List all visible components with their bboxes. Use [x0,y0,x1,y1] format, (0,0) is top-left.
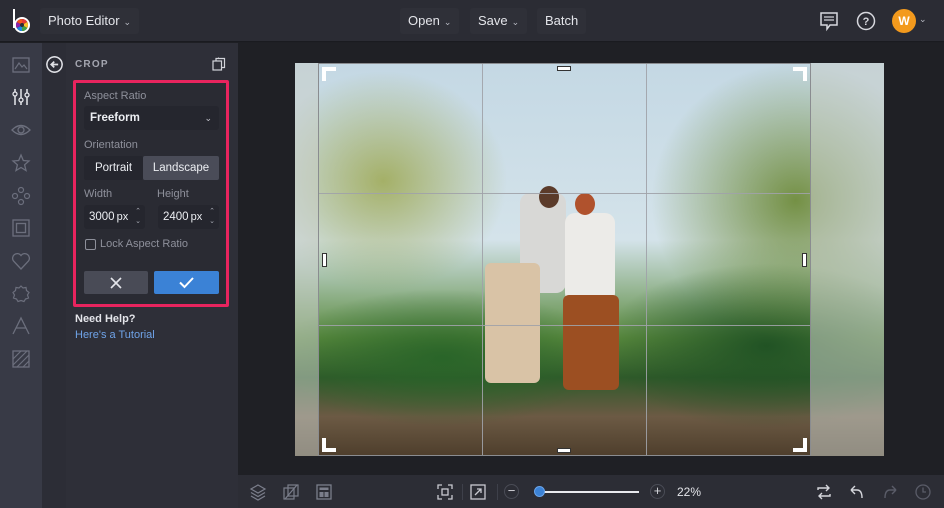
chevron-down-icon[interactable]: ⌄ [134,217,142,227]
zoom-percentage: 22% [677,485,702,499]
adjustments-icon[interactable] [10,86,32,108]
orientation-label: Orientation [84,139,138,151]
compare-icon[interactable] [282,483,300,501]
grid-line [646,64,647,455]
layers-icon[interactable] [249,483,267,501]
height-value: 2400 [163,211,189,223]
width-value: 3000 [89,211,115,223]
photo-editor-app: Photo Editor⌄ Open⌄ Save⌄ Batch ? W ⌄ [0,0,944,508]
batch-button[interactable]: Batch [537,8,587,34]
chevron-up-icon[interactable]: ⌃ [134,207,142,217]
zoom-out-button[interactable]: − [504,484,519,499]
chevron-down-icon: ⌄ [511,17,520,27]
width-label: Width [84,188,113,200]
lock-aspect-checkbox[interactable] [85,239,96,250]
template-icon[interactable] [315,483,333,501]
width-stepper[interactable]: ⌃ ⌄ [134,207,142,227]
undo-icon[interactable] [848,483,866,501]
crop-handle-left[interactable] [322,253,327,267]
panel-title: CROP [75,59,109,70]
zoom-in-button[interactable]: + [650,484,665,499]
chevron-up-icon[interactable]: ⌃ [208,207,216,217]
svg-text:?: ? [863,16,870,28]
crop-handle-bottom[interactable] [557,448,571,453]
aspect-ratio-select[interactable]: Freeform ⌄ [84,106,219,130]
crop-frame[interactable] [318,63,811,456]
grid-line [482,64,483,455]
touch-up-icon[interactable] [10,185,32,207]
frames-icon[interactable] [10,217,32,239]
toolbar-divider [497,484,498,500]
badge-icon[interactable] [10,283,32,305]
eye-icon[interactable] [10,119,32,141]
chevron-down-icon[interactable]: ⌄ [919,14,927,25]
open-label: Open [408,13,440,28]
tool-rail [0,43,42,508]
textures-icon[interactable] [10,348,32,370]
chevron-down-icon: ⌄ [443,17,452,27]
aspect-ratio-label: Aspect Ratio [84,90,147,102]
fit-to-screen-icon[interactable] [436,483,454,501]
app-name: Photo Editor [48,13,120,28]
height-unit: px [190,211,203,223]
crop-handle-top[interactable] [557,66,571,71]
grid-line [319,325,810,326]
redo-icon[interactable] [881,483,899,501]
batch-label: Batch [545,13,579,28]
chevron-down-icon[interactable]: ⌄ [208,217,216,227]
width-unit: px [116,211,129,223]
app-logo-icon[interactable] [10,8,34,34]
actual-size-icon[interactable] [469,483,487,501]
chevron-down-icon: ⌄ [123,17,132,27]
text-icon[interactable] [10,315,32,337]
height-stepper[interactable]: ⌃ ⌄ [208,207,216,227]
width-input[interactable]: 3000 px ⌃ ⌄ [84,205,145,229]
copy-icon[interactable] [212,57,226,71]
crop-handle-right[interactable] [802,253,807,267]
app-switcher-button[interactable]: Photo Editor ⌄ [40,8,140,34]
crop-handle-top-left[interactable] [322,67,336,81]
close-icon [110,277,122,289]
back-arrow-icon[interactable] [46,56,63,73]
grid-line [319,193,810,194]
aspect-ratio-value: Freeform [90,112,140,124]
height-input[interactable]: 2400 px ⌃ ⌄ [158,205,219,229]
crop-handle-top-right[interactable] [793,67,807,81]
save-label: Save [478,13,508,28]
help-title: Need Help? [75,313,136,325]
tutorial-link[interactable]: Here's a Tutorial [75,329,155,341]
chevron-down-icon: ⌄ [204,113,212,123]
crop-handle-bottom-left[interactable] [322,438,336,452]
apply-crop-button[interactable] [154,271,219,294]
history-icon[interactable] [914,483,932,501]
top-bar: Photo Editor ⌄ Open ⌄ Save ⌄ Batch ? W ⌄ [0,0,944,42]
height-label: Height [157,188,189,200]
flip-icon[interactable] [815,483,833,501]
outside-crop-right [810,63,884,456]
zoom-slider-thumb[interactable] [534,486,546,497]
lock-aspect-label: Lock Aspect Ratio [100,238,189,250]
outside-crop-left [295,63,319,456]
user-avatar[interactable]: W [892,9,916,33]
open-menu-button[interactable]: Open ⌄ [400,8,460,34]
zoom-slider-track[interactable] [538,491,639,493]
help-icon[interactable]: ? [855,10,877,32]
portrait-button[interactable]: Portrait [84,156,143,180]
landscape-button[interactable]: Landscape [143,156,219,180]
cancel-crop-button[interactable] [84,271,148,294]
image-icon[interactable] [10,54,32,76]
heart-icon[interactable] [10,250,32,272]
feedback-icon[interactable] [818,10,840,32]
checkmark-icon [179,277,194,289]
toolbar-divider [462,484,463,500]
save-menu-button[interactable]: Save ⌄ [470,8,528,34]
star-icon[interactable] [10,152,32,174]
crop-handle-bottom-right[interactable] [793,438,807,452]
